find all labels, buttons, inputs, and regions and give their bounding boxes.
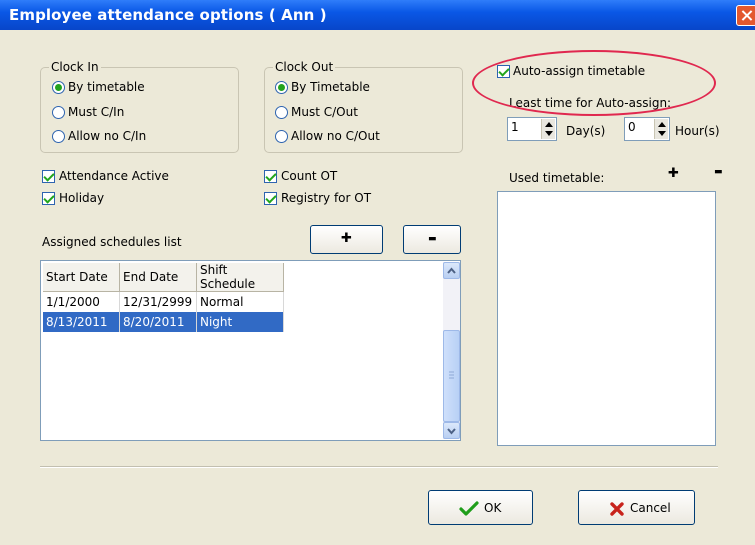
radio-clock-in-must[interactable] bbox=[52, 106, 65, 119]
assigned-schedules-label: Assigned schedules list bbox=[42, 235, 182, 249]
radio-clock-out-allow-no[interactable] bbox=[275, 130, 288, 143]
days-label: Day(s) bbox=[566, 124, 606, 138]
remove-schedule-icon: ▬ bbox=[428, 234, 437, 244]
column-header[interactable]: Start Date bbox=[43, 263, 120, 292]
scroll-thumb[interactable] bbox=[443, 330, 460, 422]
radio-clock-in-allow-no[interactable] bbox=[52, 130, 65, 143]
dialog-window: Employee attendance options ( Ann ) Cloc… bbox=[0, 0, 755, 545]
registry-for-ot-label: Registry for OT bbox=[281, 191, 372, 205]
cell-start-date: 8/13/2011 bbox=[43, 312, 120, 332]
cell-shift: Normal bbox=[196, 291, 284, 312]
add-schedule-icon: ✚ bbox=[341, 231, 352, 246]
days-spinner[interactable]: 1 bbox=[507, 117, 557, 141]
used-timetable-label: Used timetable: bbox=[509, 171, 605, 185]
cell-end-date: 8/20/2011 bbox=[119, 312, 197, 332]
clock-in-option-label: Must C/In bbox=[68, 105, 125, 119]
count-ot-label: Count OT bbox=[281, 169, 338, 183]
checkmark-icon bbox=[459, 501, 479, 516]
hours-label: Hour(s) bbox=[675, 124, 720, 138]
cell-shift: Night bbox=[196, 312, 284, 332]
auto-assign-checkbox[interactable] bbox=[497, 65, 510, 78]
divider bbox=[40, 466, 718, 468]
radio-clock-out-must[interactable] bbox=[275, 106, 288, 119]
registry-for-ot-checkbox[interactable] bbox=[264, 192, 277, 205]
attendance-active-label: Attendance Active bbox=[59, 169, 169, 183]
vertical-scrollbar[interactable] bbox=[443, 262, 460, 439]
clock-in-option-label: Allow no C/In bbox=[68, 129, 147, 143]
hours-spinner[interactable]: 0 bbox=[624, 117, 670, 141]
window-title: Employee attendance options ( Ann ) bbox=[9, 6, 327, 24]
clock-out-option-label: By Timetable bbox=[291, 80, 370, 94]
radio-clock-out-by-timetable[interactable] bbox=[275, 81, 288, 94]
ok-label: OK bbox=[484, 501, 502, 515]
hours-spin-arrows-icon[interactable] bbox=[654, 119, 668, 139]
radio-clock-in-by-timetable[interactable] bbox=[52, 81, 65, 94]
days-spin-arrows-icon[interactable] bbox=[541, 119, 555, 139]
schedules-list[interactable]: Start Date End Date Shift Schedule 1/1/2… bbox=[40, 260, 461, 441]
close-icon[interactable] bbox=[736, 5, 755, 26]
add-timetable-icon[interactable]: ✚ bbox=[668, 166, 679, 181]
cell-end-date: 12/31/2999 bbox=[119, 291, 197, 312]
used-timetable-list[interactable] bbox=[497, 191, 716, 446]
table-row[interactable]: 1/1/2000 12/31/2999 Normal bbox=[43, 291, 284, 312]
cancel-label: Cancel bbox=[630, 501, 671, 515]
count-ot-checkbox[interactable] bbox=[264, 170, 277, 183]
remove-schedule-button[interactable]: ▬ bbox=[403, 225, 461, 254]
hours-value: 0 bbox=[628, 120, 636, 134]
scroll-down-icon[interactable] bbox=[443, 422, 460, 439]
clock-out-option-label: Allow no C/Out bbox=[291, 129, 380, 143]
column-header[interactable]: Shift Schedule bbox=[196, 263, 284, 292]
auto-assign-label: Auto-assign timetable bbox=[513, 64, 646, 78]
remove-timetable-icon[interactable]: ▬ bbox=[714, 167, 723, 177]
attendance-active-checkbox[interactable] bbox=[42, 170, 55, 183]
add-schedule-button[interactable]: ✚ bbox=[310, 225, 383, 254]
schedules-header-row: Start Date End Date Shift Schedule bbox=[43, 263, 284, 292]
clock-in-legend: Clock In bbox=[49, 60, 101, 74]
clock-out-option-label: Must C/Out bbox=[291, 105, 358, 119]
scroll-up-icon[interactable] bbox=[443, 262, 460, 279]
cell-start-date: 1/1/2000 bbox=[43, 291, 120, 312]
holiday-label: Holiday bbox=[59, 191, 105, 205]
schedules-table: Start Date End Date Shift Schedule 1/1/2… bbox=[43, 263, 284, 332]
cross-icon bbox=[610, 502, 624, 516]
holiday-checkbox[interactable] bbox=[42, 192, 55, 205]
days-value: 1 bbox=[511, 120, 519, 134]
least-time-label: Least time for Auto-assign: bbox=[509, 96, 672, 110]
title-bar[interactable]: Employee attendance options ( Ann ) bbox=[0, 0, 755, 30]
column-header[interactable]: End Date bbox=[119, 263, 197, 292]
cancel-button[interactable]: Cancel bbox=[578, 490, 695, 525]
clock-in-option-label: By timetable bbox=[68, 80, 145, 94]
table-row[interactable]: 8/13/2011 8/20/2011 Night bbox=[43, 312, 284, 332]
clock-out-legend: Clock Out bbox=[273, 60, 336, 74]
ok-button[interactable]: OK bbox=[428, 490, 533, 525]
